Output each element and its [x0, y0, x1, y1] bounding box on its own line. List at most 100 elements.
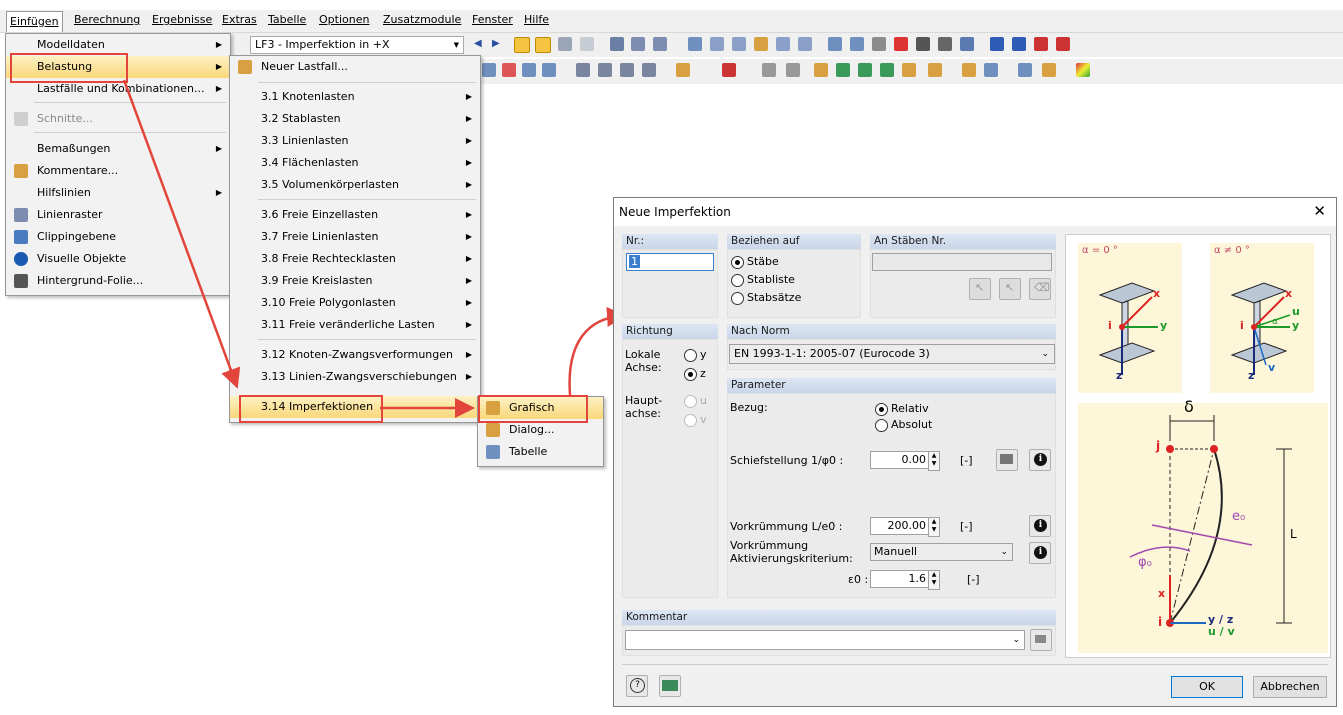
schiefstellung-input[interactable]: 0.00 — [870, 451, 929, 469]
radio-absolut-label: Absolut — [891, 418, 933, 431]
calculate-button[interactable] — [996, 449, 1018, 471]
cancel-button[interactable]: Abbrechen — [1253, 676, 1327, 698]
library-icon — [1035, 635, 1046, 643]
group-kommentar-header: Kommentar — [622, 610, 1056, 625]
alpha-label: α — [1272, 317, 1278, 327]
group-kommentar: Kommentar ⌄ — [622, 610, 1056, 656]
info-icon: i — [1034, 519, 1047, 532]
radio-axis-y-label: y — [700, 348, 707, 361]
vorkruemmung-value: 200.00 — [887, 519, 927, 532]
radio-stabliste[interactable] — [731, 274, 744, 287]
radio-axis-z[interactable] — [684, 368, 697, 381]
group-norm-header: Nach Norm — [727, 324, 1056, 339]
axis-x2-label: x — [1285, 287, 1293, 300]
hauptachse-label: Haupt- achse: — [625, 394, 663, 420]
group-richtung: Richtung Lokale Achse: y z Haupt- achse:… — [622, 324, 718, 598]
schiefstellung-value: 0.00 — [901, 453, 927, 466]
node-j-label: j — [1156, 439, 1161, 453]
group-parameter-header: Parameter — [727, 378, 1056, 393]
schiefstellung-unit: [-] — [960, 454, 973, 467]
aktivierung-value: Manuell — [874, 545, 918, 558]
units-button[interactable] — [659, 675, 681, 697]
remove-member-button[interactable]: ⌫ — [1029, 278, 1051, 300]
ok-button[interactable]: OK — [1171, 676, 1243, 698]
chevron-down-icon: ⌄ — [1000, 547, 1008, 557]
kommentar-browse-button[interactable] — [1030, 629, 1052, 651]
info-button-vorkruemmung[interactable]: i — [1029, 515, 1051, 537]
vorkruemmung-spinner[interactable]: ▲ ▼ — [928, 517, 940, 537]
group-parameter: Parameter Bezug: Relativ Absolut Schiefs… — [727, 378, 1056, 598]
group-nr: Nr.: 1 — [622, 234, 718, 318]
vorkruemmung-unit: [-] — [960, 520, 973, 533]
delta-label: δ — [1184, 397, 1194, 416]
radio-stabliste-label: Stabliste — [747, 273, 795, 286]
calculator-icon — [1000, 454, 1013, 464]
imperfection-figure: α = 0 ° α ≠ 0 ° x y z i x y u z v i α δ … — [1065, 234, 1331, 658]
info-button-schiefstellung[interactable]: i — [1029, 449, 1051, 471]
lokale-achse-label: Lokale Achse: — [625, 348, 662, 374]
bezug-label: Bezug: — [730, 401, 768, 414]
alpha-nonzero-label: α ≠ 0 ° — [1214, 245, 1250, 256]
dialog-title: Neue Imperfektion — [619, 205, 731, 219]
length-label: L — [1290, 527, 1297, 541]
epsilon-input[interactable]: 1.6 — [870, 570, 929, 588]
staebe-nr-input[interactable] — [872, 253, 1052, 271]
nr-input[interactable]: 1 — [626, 253, 714, 271]
chevron-down-icon: ⌄ — [1012, 635, 1020, 645]
e0-label: e₀ — [1232, 509, 1246, 524]
norm-select[interactable]: EN 1993-1-1: 2005-07 (Eurocode 3) ⌄ — [729, 344, 1055, 364]
radio-staebe[interactable] — [731, 256, 744, 269]
group-an-staeben-header: An Stäben Nr. — [870, 234, 1056, 249]
radio-relativ[interactable] — [875, 403, 888, 416]
radio-axis-y[interactable] — [684, 349, 697, 362]
group-beziehen-auf: Beziehen auf Stäbe Stabliste Stabsätze — [727, 234, 861, 318]
aktivierung-select[interactable]: Manuell ⌄ — [870, 543, 1013, 561]
radio-absolut[interactable] — [875, 419, 888, 432]
axis-z-label: z — [1116, 369, 1123, 382]
radio-stabsaetze[interactable] — [731, 292, 744, 305]
uv-label: u / v — [1208, 625, 1235, 638]
help-button[interactable]: ? — [626, 675, 648, 697]
radio-relativ-label: Relativ — [891, 402, 929, 415]
group-nr-header: Nr.: — [622, 234, 718, 249]
group-an-staeben: An Stäben Nr. ↖ ↖ ⌫ — [870, 234, 1056, 318]
node-i3-label: i — [1158, 615, 1163, 629]
vorkruemmung-label: Vorkrümmung L/e0 : — [730, 520, 843, 533]
kommentar-input[interactable]: ⌄ — [625, 630, 1025, 650]
epsilon-spinner[interactable]: ▲ ▼ — [928, 570, 940, 590]
group-beziehen-header: Beziehen auf — [727, 234, 861, 249]
pick-member-list-button[interactable]: ↖ — [999, 278, 1021, 300]
axis-y2-label: y — [1292, 319, 1300, 332]
vorkruemmung-input[interactable]: 200.00 — [870, 517, 929, 535]
radio-axis-u[interactable] — [684, 395, 697, 408]
group-nach-norm: Nach Norm EN 1993-1-1: 2005-07 (Eurocode… — [727, 324, 1056, 370]
alpha-zero-label: α = 0 ° — [1082, 245, 1118, 256]
norm-select-value: EN 1993-1-1: 2005-07 (Eurocode 3) — [734, 347, 930, 360]
node-i-label: i — [1108, 319, 1112, 332]
dialog-separator — [622, 664, 1328, 665]
eraser-icon: ⌫ — [1034, 281, 1050, 294]
schiefstellung-spinner[interactable]: ▲ ▼ — [928, 451, 940, 471]
node-i2-label: i — [1240, 319, 1244, 332]
radio-axis-v[interactable] — [684, 414, 697, 427]
epsilon-label: ε0 : — [848, 573, 869, 586]
radio-axis-v-label: v — [700, 413, 707, 426]
aktivierung-label: Vorkrümmung Aktivierungskriterium: — [730, 539, 853, 565]
units-icon — [662, 680, 678, 691]
axis-u-label: u — [1292, 305, 1300, 318]
schiefstellung-label: Schiefstellung 1/φ0 : — [730, 454, 844, 467]
pick-member-button[interactable]: ↖ — [969, 278, 991, 300]
nr-value: 1 — [629, 255, 640, 268]
epsilon-value: 1.6 — [908, 572, 927, 585]
axis-z2-label: z — [1248, 369, 1255, 382]
axis-x3-label: x — [1158, 587, 1166, 600]
help-icon: ? — [630, 678, 645, 693]
axis-v-label: v — [1268, 361, 1276, 374]
axis-x-label: x — [1153, 287, 1161, 300]
info-button-aktivierung[interactable]: i — [1029, 542, 1051, 564]
close-icon[interactable]: ✕ — [1313, 202, 1326, 220]
neue-imperfektion-dialog: Neue Imperfektion ✕ Nr.: 1 Beziehen auf … — [613, 197, 1337, 707]
cursor-list-icon: ↖ — [1005, 281, 1015, 294]
axis-y-label: y — [1160, 319, 1168, 332]
epsilon-unit: [-] — [967, 573, 980, 586]
